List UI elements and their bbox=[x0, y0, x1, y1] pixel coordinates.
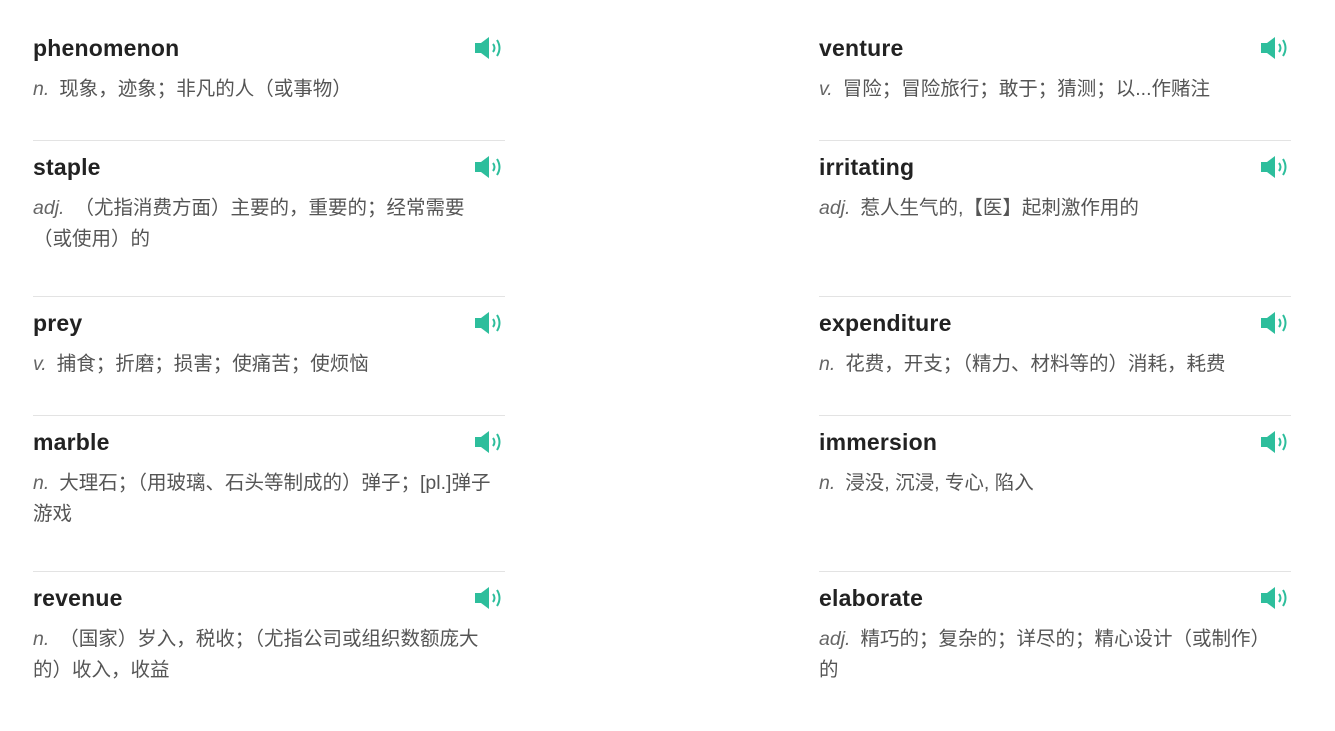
word-card: immersion n. 浸没, 沉浸, 专心, 陷入 bbox=[819, 416, 1291, 572]
speaker-icon[interactable] bbox=[1259, 585, 1289, 611]
part-of-speech: v. bbox=[33, 353, 47, 375]
definition-text: （国家）岁入，税收；（尤指公司或组织数额庞大的）收入，收益 bbox=[33, 628, 479, 681]
word-title[interactable]: prey bbox=[33, 310, 82, 337]
word-title[interactable]: revenue bbox=[33, 585, 123, 612]
word-title[interactable]: immersion bbox=[819, 429, 937, 456]
word-definition: adj. 惹人生气的,【医】起刺激作用的 bbox=[819, 193, 1291, 224]
word-card: elaborate adj. 精巧的；复杂的；详尽的；精心设计（或制作）的 bbox=[819, 572, 1291, 727]
word-definition: n. 大理石；（用玻璃、石头等制成的）弹子；[pl.]弹子游戏 bbox=[33, 468, 505, 530]
word-card: venture v. 冒险；冒险旅行；敢于；猜测；以...作赌注 bbox=[819, 22, 1291, 141]
speaker-icon[interactable] bbox=[473, 154, 503, 180]
part-of-speech: n. bbox=[33, 628, 50, 650]
part-of-speech: n. bbox=[33, 78, 50, 100]
part-of-speech: adj. bbox=[819, 197, 851, 219]
part-of-speech: n. bbox=[819, 472, 836, 494]
definition-text: 冒险；冒险旅行；敢于；猜测；以...作赌注 bbox=[842, 78, 1210, 100]
speaker-icon[interactable] bbox=[473, 35, 503, 61]
word-title[interactable]: venture bbox=[819, 35, 903, 62]
word-definition: v. 冒险；冒险旅行；敢于；猜测；以...作赌注 bbox=[819, 74, 1291, 105]
word-definition: n. （国家）岁入，税收；（尤指公司或组织数额庞大的）收入，收益 bbox=[33, 624, 505, 686]
speaker-icon[interactable] bbox=[1259, 154, 1289, 180]
word-title[interactable]: irritating bbox=[819, 154, 914, 181]
word-card: irritating adj. 惹人生气的,【医】起刺激作用的 bbox=[819, 141, 1291, 297]
speaker-icon[interactable] bbox=[473, 429, 503, 455]
part-of-speech: adj. bbox=[819, 628, 851, 650]
speaker-icon[interactable] bbox=[473, 585, 503, 611]
word-title[interactable]: marble bbox=[33, 429, 110, 456]
word-card: prey v. 捕食；折磨；损害；使痛苦；使烦恼 bbox=[33, 297, 505, 416]
part-of-speech: v. bbox=[819, 78, 833, 100]
definition-text: 捕食；折磨；损害；使痛苦；使烦恼 bbox=[56, 353, 369, 375]
word-title[interactable]: elaborate bbox=[819, 585, 923, 612]
speaker-icon[interactable] bbox=[473, 310, 503, 336]
part-of-speech: n. bbox=[33, 472, 50, 494]
word-title[interactable]: phenomenon bbox=[33, 35, 179, 62]
word-definition: n. 花费，开支；（精力、材料等的）消耗，耗费 bbox=[819, 349, 1291, 380]
word-title[interactable]: expenditure bbox=[819, 310, 952, 337]
word-definition: adj. （尤指消费方面）主要的，重要的；经常需要（或使用）的 bbox=[33, 193, 505, 255]
part-of-speech: n. bbox=[819, 353, 836, 375]
definition-text: 现象，迹象；非凡的人（或事物） bbox=[59, 78, 352, 100]
definition-text: 精巧的；复杂的；详尽的；精心设计（或制作）的 bbox=[819, 628, 1270, 681]
word-card: expenditure n. 花费，开支；（精力、材料等的）消耗，耗费 bbox=[819, 297, 1291, 416]
definition-text: 花费，开支；（精力、材料等的）消耗，耗费 bbox=[845, 353, 1226, 375]
word-card: revenue n. （国家）岁入，税收；（尤指公司或组织数额庞大的）收入，收益 bbox=[33, 572, 505, 727]
word-list-left: phenomenon n. 现象，迹象；非凡的人（或事物） staple adj.… bbox=[33, 22, 505, 727]
word-title[interactable]: staple bbox=[33, 154, 101, 181]
part-of-speech: adj. bbox=[33, 197, 65, 219]
word-definition: v. 捕食；折磨；损害；使痛苦；使烦恼 bbox=[33, 349, 505, 380]
word-definition: n. 浸没, 沉浸, 专心, 陷入 bbox=[819, 468, 1291, 499]
word-card: marble n. 大理石；（用玻璃、石头等制成的）弹子；[pl.]弹子游戏 bbox=[33, 416, 505, 572]
speaker-icon[interactable] bbox=[1259, 310, 1289, 336]
definition-text: （尤指消费方面）主要的，重要的；经常需要（或使用）的 bbox=[33, 197, 465, 250]
word-card: staple adj. （尤指消费方面）主要的，重要的；经常需要（或使用）的 bbox=[33, 141, 505, 297]
word-list-right: venture v. 冒险；冒险旅行；敢于；猜测；以...作赌注 irritati… bbox=[819, 22, 1291, 727]
speaker-icon[interactable] bbox=[1259, 429, 1289, 455]
definition-text: 惹人生气的,【医】起刺激作用的 bbox=[860, 197, 1139, 219]
definition-text: 大理石；（用玻璃、石头等制成的）弹子；[pl.]弹子游戏 bbox=[33, 472, 491, 525]
word-definition: n. 现象，迹象；非凡的人（或事物） bbox=[33, 74, 505, 105]
word-definition: adj. 精巧的；复杂的；详尽的；精心设计（或制作）的 bbox=[819, 624, 1291, 686]
speaker-icon[interactable] bbox=[1259, 35, 1289, 61]
word-card: phenomenon n. 现象，迹象；非凡的人（或事物） bbox=[33, 22, 505, 141]
definition-text: 浸没, 沉浸, 专心, 陷入 bbox=[845, 472, 1034, 494]
